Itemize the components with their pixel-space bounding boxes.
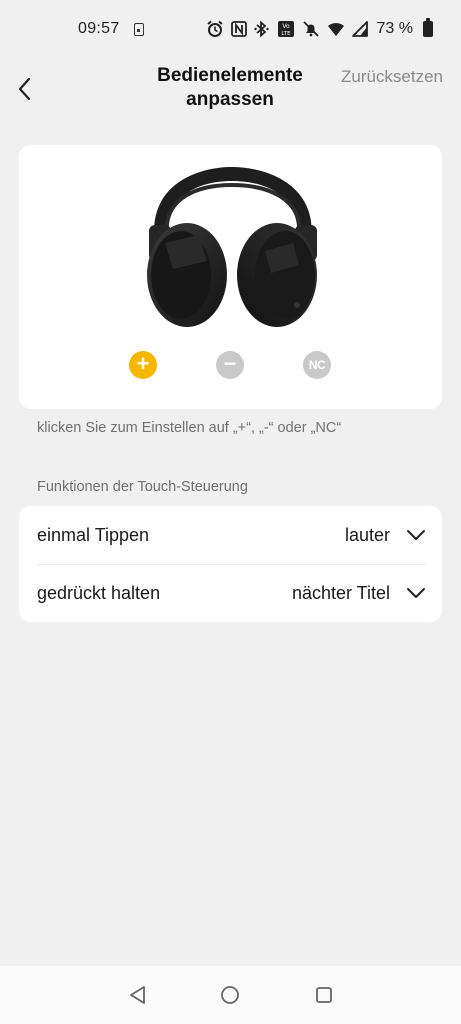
setting-row-single-tap[interactable]: einmal Tippen lauter [19, 506, 442, 564]
mute-icon [302, 20, 320, 38]
system-nav-bar [0, 966, 461, 1024]
page-title-line2: anpassen [186, 89, 274, 110]
nav-back-icon [130, 986, 145, 1004]
nav-recents-icon [316, 987, 332, 1003]
svg-text:LTE: LTE [281, 31, 291, 37]
nav-back-button[interactable] [127, 984, 149, 1006]
volte-icon: Vo LTE [277, 20, 295, 38]
chevron-left-icon [18, 77, 31, 101]
nc-icon: NC [308, 358, 326, 372]
setting-value: nächter Titel [291, 582, 390, 603]
hint-text: klicken Sie zum Einstellen auf „+“, „-“ … [37, 420, 342, 436]
section-label: Funktionen der Touch-Steuerung [37, 479, 248, 495]
reset-button[interactable]: Zurücksetzen [340, 66, 444, 88]
screen: 09:57 Vo LTE 73 % Bedienelemente anpasse… [0, 0, 461, 1024]
nav-recents-button[interactable] [313, 984, 335, 1006]
setting-row-long-press[interactable]: gedrückt halten nächter Titel [19, 564, 442, 622]
page-title: Bedienelemente anpassen [130, 64, 330, 112]
battery-icon [423, 18, 433, 37]
page-title-line1: Bedienelemente [157, 65, 303, 86]
nc-control-button[interactable]: NC [303, 351, 331, 379]
nav-home-icon [221, 986, 239, 1004]
sim-card-icon [133, 22, 144, 36]
bluetooth-icon [253, 20, 270, 38]
minus-control-button[interactable]: − [216, 351, 244, 379]
chevron-down-icon [406, 583, 426, 603]
back-button[interactable] [8, 72, 42, 106]
chevron-down-icon [406, 525, 426, 545]
battery-percent: 73 % [376, 20, 413, 37]
touch-settings-list: einmal Tippen lauter gedrückt halten näc… [19, 506, 442, 622]
signal-icon [351, 20, 368, 38]
setting-label: gedrückt halten [37, 582, 161, 603]
headphone-image [147, 167, 317, 327]
setting-value: lauter [344, 524, 390, 545]
nfc-icon [230, 20, 247, 38]
svg-text:Vo: Vo [282, 23, 290, 30]
minus-icon: − [223, 351, 237, 376]
alarm-icon [206, 20, 224, 38]
control-selector: + − NC [19, 351, 442, 381]
plus-control-button[interactable]: + [129, 351, 157, 379]
headphone-card: + − NC [19, 145, 442, 409]
setting-label: einmal Tippen [37, 524, 150, 545]
status-time: 09:57 [78, 20, 120, 37]
plus-icon: + [136, 351, 150, 376]
nav-home-button[interactable] [219, 984, 241, 1006]
app-header: Bedienelemente anpassen Zurücksetzen [0, 58, 461, 124]
status-icons: Vo LTE 73 % [206, 18, 433, 38]
status-bar: 09:57 Vo LTE 73 % [0, 0, 461, 58]
wifi-icon [327, 20, 345, 38]
